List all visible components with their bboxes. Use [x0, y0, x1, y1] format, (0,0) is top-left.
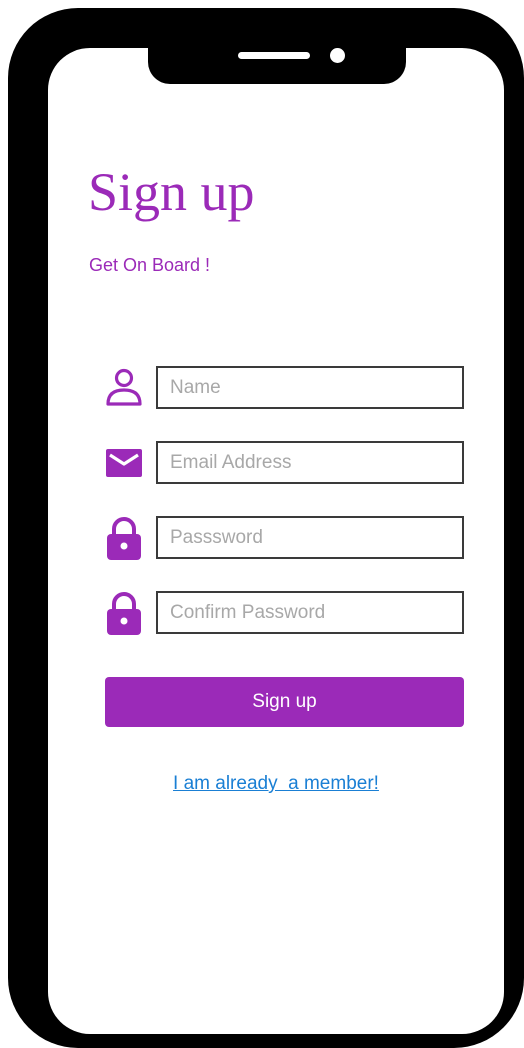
phone-volume-up-button	[8, 230, 20, 304]
confirm-password-field-row	[102, 591, 466, 635]
password-input[interactable]	[156, 516, 464, 559]
email-input[interactable]	[156, 441, 464, 484]
lock-icon	[102, 516, 146, 560]
speaker-grille	[238, 52, 310, 59]
user-icon	[102, 366, 146, 410]
password-field-row	[102, 516, 466, 560]
page-subtitle: Get On Board !	[89, 255, 211, 275]
phone-notch	[148, 38, 406, 84]
name-input[interactable]	[156, 366, 464, 409]
signup-button[interactable]: Sign up	[105, 677, 464, 727]
name-field-row	[102, 366, 466, 410]
phone-side-button	[8, 153, 20, 195]
front-camera	[330, 48, 345, 63]
phone-frame: Sign up Get On Board ! Name Email Addres…	[8, 8, 524, 1048]
confirm-password-input[interactable]	[156, 591, 464, 634]
page-title: Sign up	[88, 162, 255, 222]
phone-volume-down-button	[8, 326, 20, 400]
lock-icon	[102, 591, 146, 635]
email-field-row	[102, 441, 466, 485]
already-member-link[interactable]: I am already a member!	[48, 772, 504, 796]
envelope-icon	[102, 441, 146, 485]
phone-screen: Sign up Get On Board ! Name Email Addres…	[48, 48, 504, 1034]
